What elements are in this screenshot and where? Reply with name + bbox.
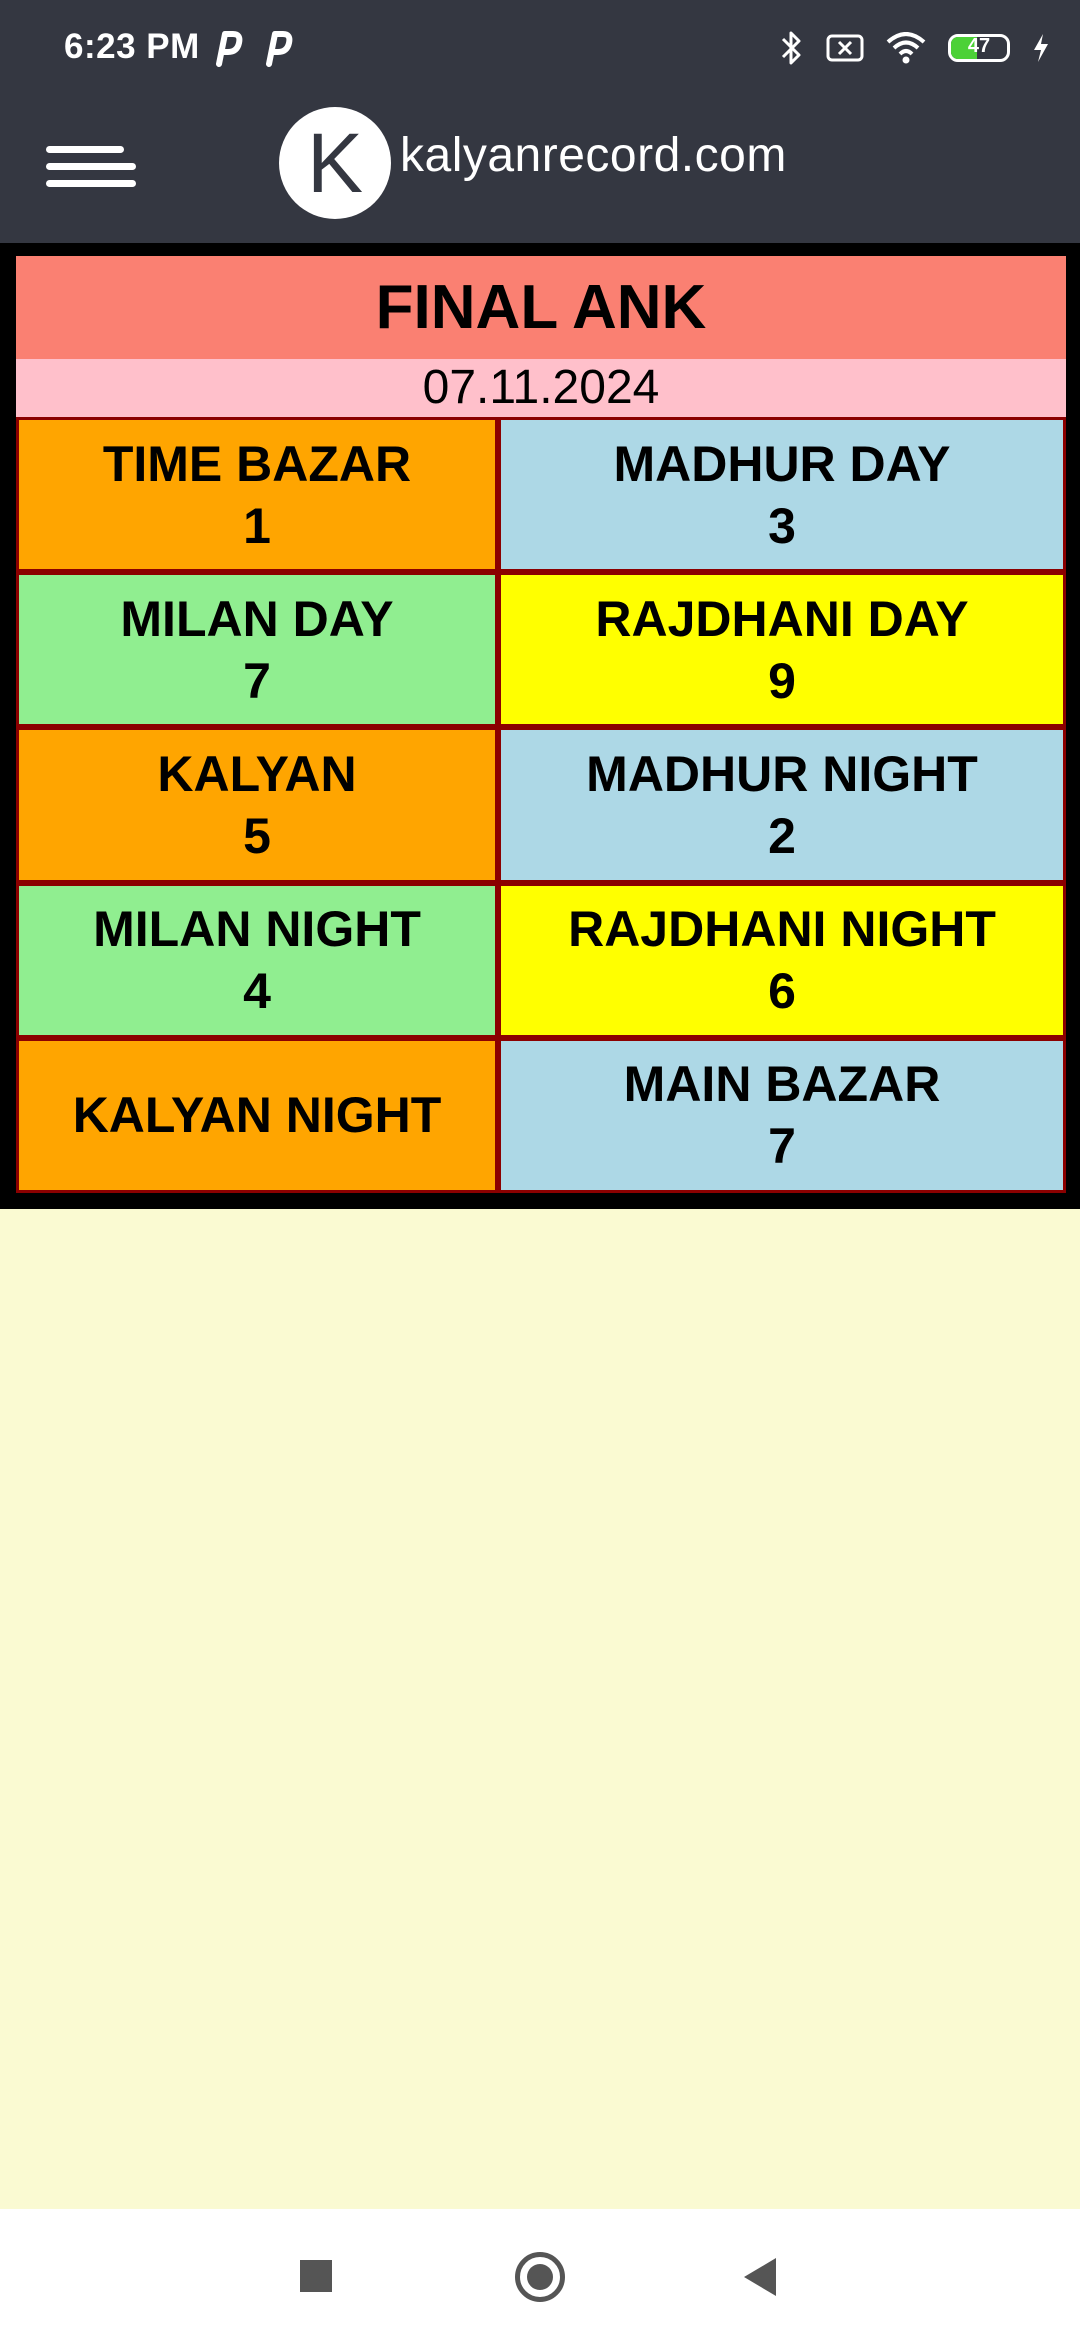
hamburger-menu-icon[interactable] xyxy=(46,136,136,196)
market-cell-madhur-day: MADHUR DAY 3 xyxy=(498,417,1066,573)
market-cell-milan-night: MILAN NIGHT 4 xyxy=(16,882,498,1038)
market-cell-time-bazar: TIME BAZAR 1 xyxy=(16,417,498,573)
home-circle-icon[interactable] xyxy=(515,2252,565,2302)
wifi-icon xyxy=(886,32,926,64)
market-cell-kalyan: KALYAN 5 xyxy=(16,727,498,883)
final-ank-panel: FINAL ANK 07.11.2024 TIME BAZAR 1 MADHUR… xyxy=(0,243,1080,1209)
charging-icon xyxy=(1034,34,1048,62)
bluetooth-icon xyxy=(781,31,801,65)
market-results-grid: TIME BAZAR 1 MADHUR DAY 3 MILAN DAY 7 RA… xyxy=(16,417,1066,1193)
panel-title: FINAL ANK xyxy=(16,256,1066,359)
market-name: MILAN DAY xyxy=(120,590,394,647)
panel-date: 07.11.2024 xyxy=(16,359,1066,417)
p-app-icon xyxy=(266,31,293,67)
market-value: 4 xyxy=(243,963,271,1020)
system-status-icons: 47 xyxy=(780,28,1050,68)
market-name: TIME BAZAR xyxy=(102,435,412,492)
market-cell-rajdhani-night: RAJDHANI NIGHT 6 xyxy=(498,882,1066,1038)
battery-level: 47 xyxy=(967,35,991,57)
market-cell-kalyan-night: KALYAN NIGHT xyxy=(16,1037,498,1193)
market-cell-main-bazar: MAIN BAZAR 7 xyxy=(498,1037,1066,1193)
market-cell-madhur-night: MADHUR NIGHT 2 xyxy=(498,727,1066,883)
market-value: 7 xyxy=(768,1118,796,1175)
market-name: RAJDHANI DAY xyxy=(595,590,969,647)
market-name: MADHUR DAY xyxy=(613,435,951,492)
market-name: KALYAN NIGHT xyxy=(72,1087,442,1144)
no-sim-icon xyxy=(826,34,864,62)
site-logo[interactable]: K xyxy=(279,107,391,219)
site-title[interactable]: kalyanrecord.com xyxy=(400,128,787,183)
market-value: 5 xyxy=(243,807,271,864)
market-name: MADHUR NIGHT xyxy=(586,745,978,802)
market-name: MILAN NIGHT xyxy=(93,901,421,958)
p-app-icon xyxy=(216,31,243,67)
market-cell-rajdhani-day: RAJDHANI DAY 9 xyxy=(498,572,1066,728)
battery-icon: 47 xyxy=(948,34,1010,62)
back-triangle-icon[interactable] xyxy=(744,2258,776,2296)
app-header: K kalyanrecord.com xyxy=(0,100,1080,243)
status-time: 6:23 PM xyxy=(64,27,200,66)
market-name: KALYAN xyxy=(157,745,357,802)
market-value: 7 xyxy=(243,652,271,709)
system-navigation-bar xyxy=(0,2209,1080,2340)
market-value: 6 xyxy=(768,963,796,1020)
status-bar: 6:23 PM 47 xyxy=(0,0,1080,100)
recents-square-icon[interactable] xyxy=(300,2260,332,2292)
market-name: MAIN BAZAR xyxy=(623,1056,941,1113)
market-value: 3 xyxy=(768,497,796,554)
market-value: 1 xyxy=(243,497,271,554)
market-cell-milan-day: MILAN DAY 7 xyxy=(16,572,498,728)
market-name: RAJDHANI NIGHT xyxy=(568,901,996,958)
market-value: 9 xyxy=(768,652,796,709)
market-value: 2 xyxy=(768,807,796,864)
